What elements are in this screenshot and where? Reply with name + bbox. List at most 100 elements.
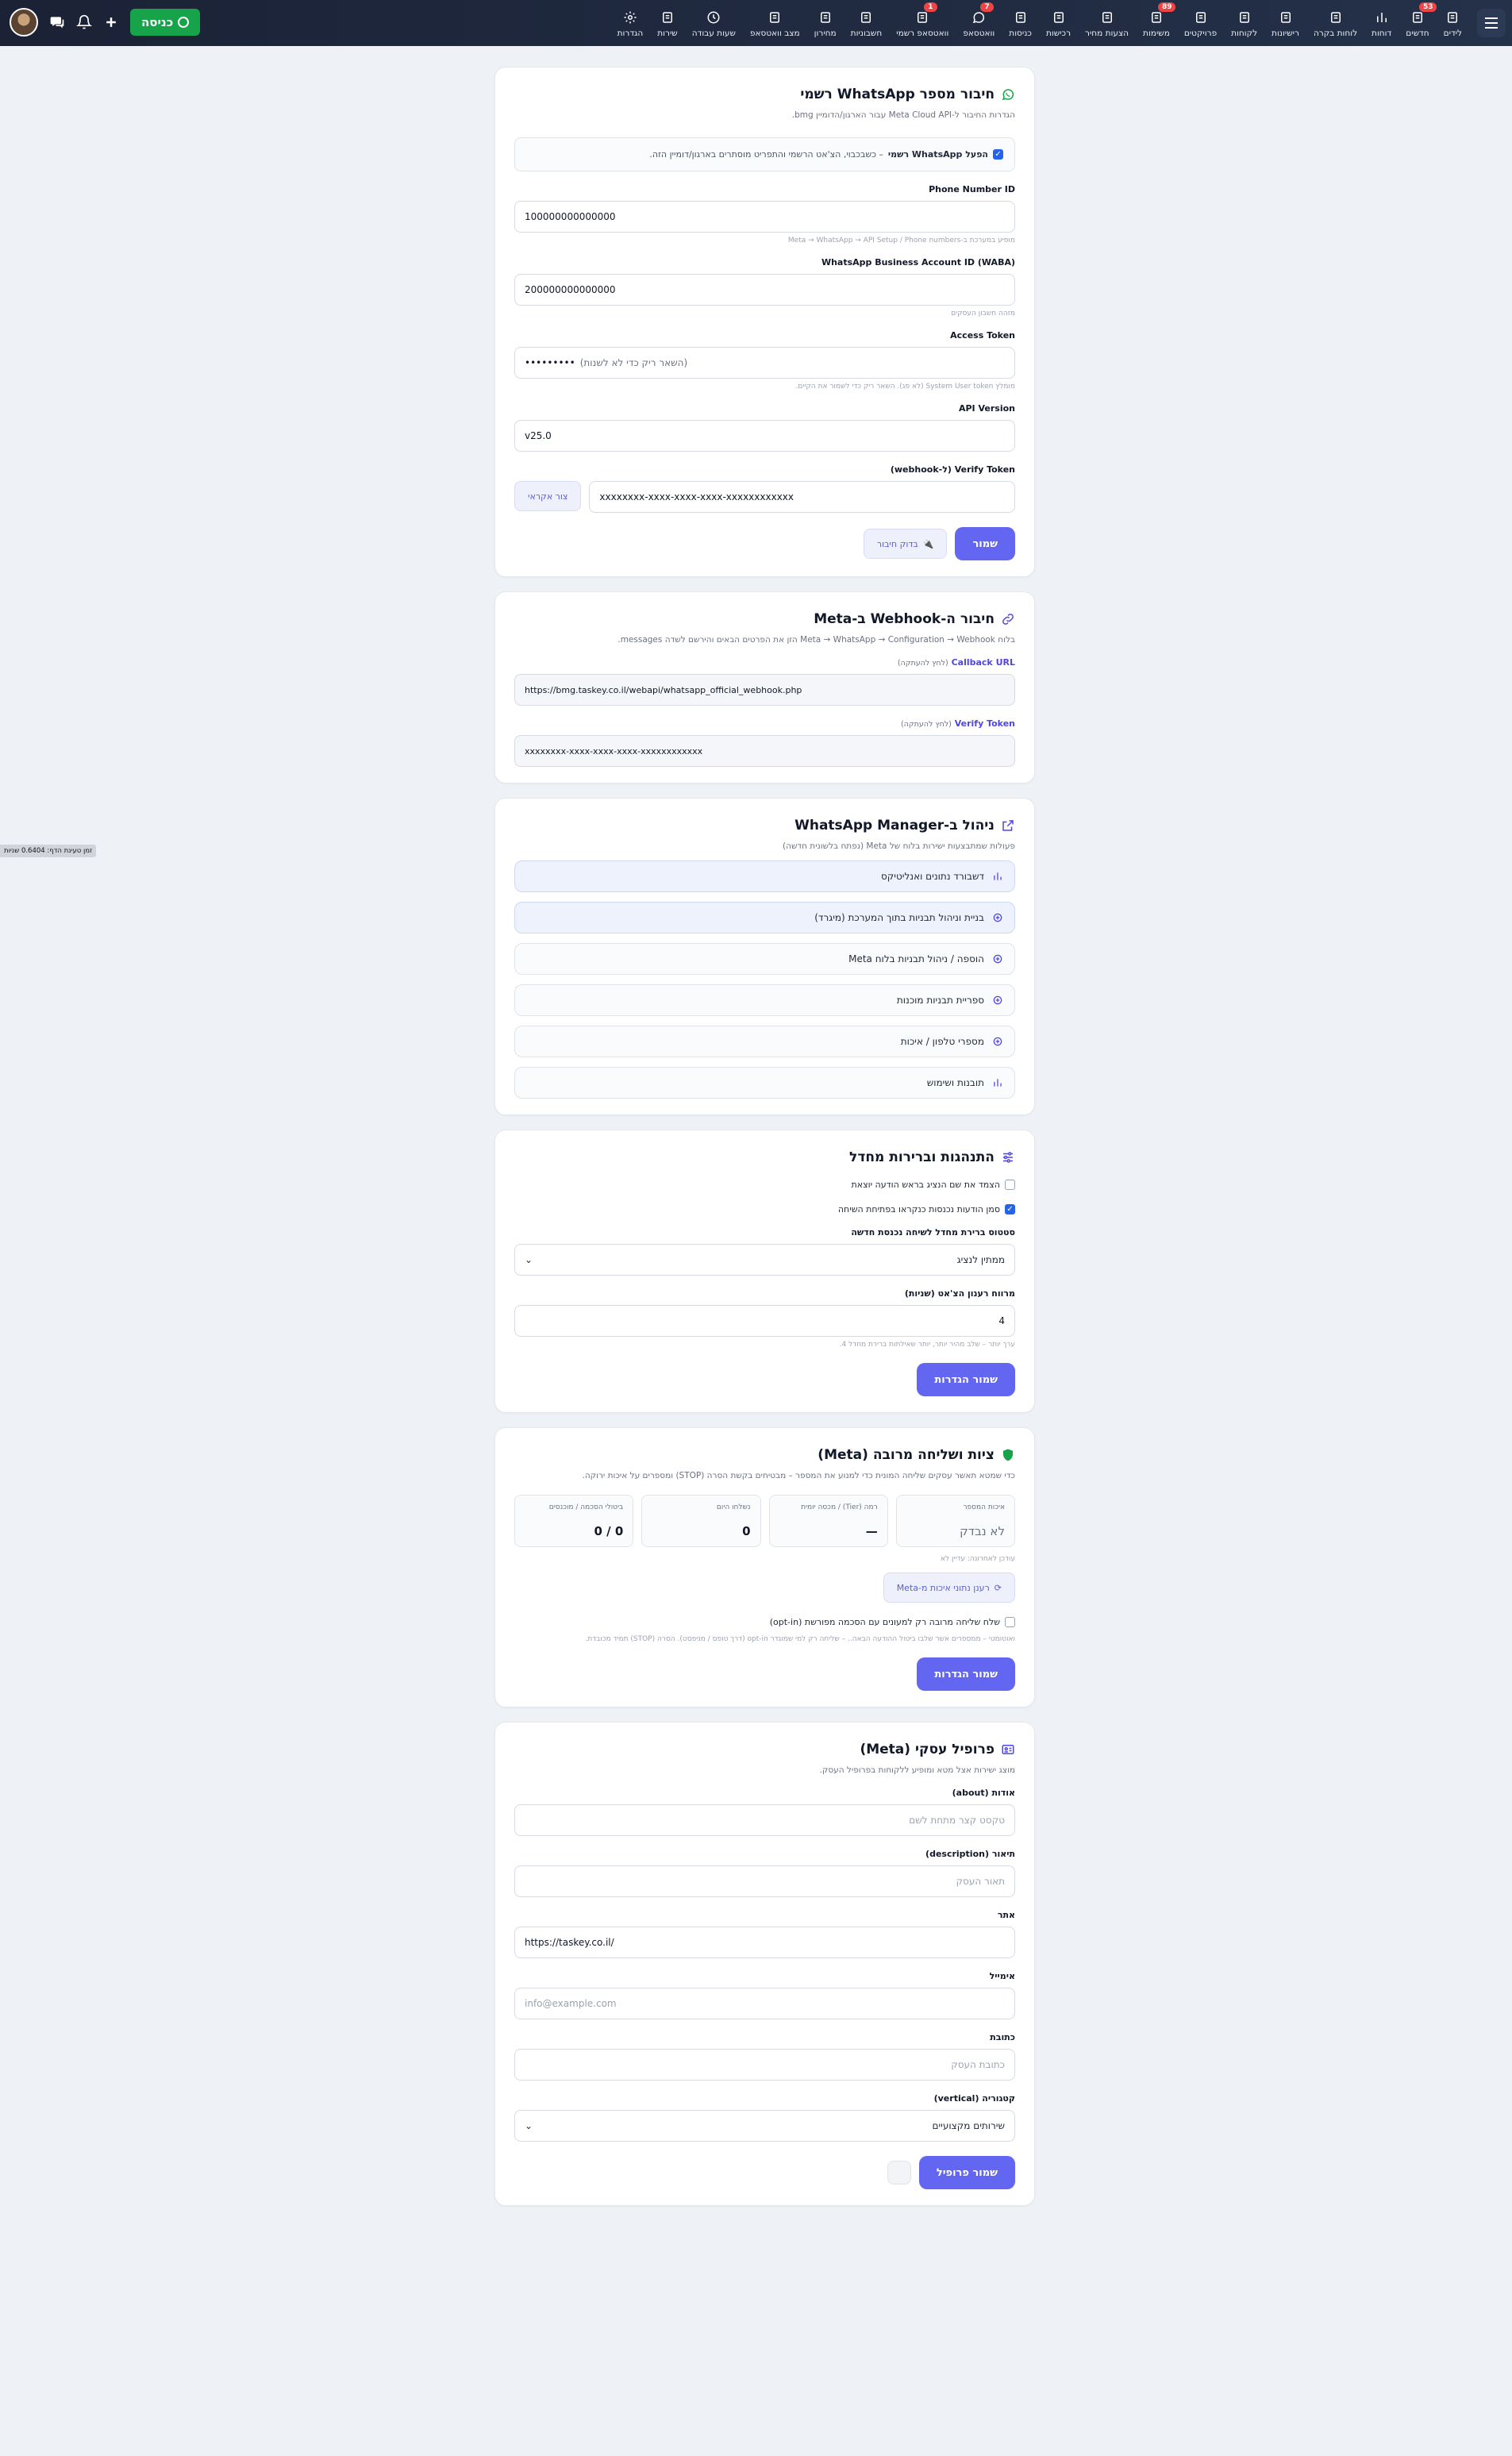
agent-name-option[interactable]: הצמד את שם הנציג בראש הודעה יוצאת xyxy=(514,1180,1015,1190)
nav-item[interactable]: לקוחות xyxy=(1224,10,1264,38)
save-settings-button[interactable]: שמור הגדרות xyxy=(917,1363,1015,1396)
callback-url-label: Callback URL (לחץ להעתקה) xyxy=(897,657,1015,668)
whatsapp-icon xyxy=(1001,87,1015,102)
stat-box: נשלחו היום 0 xyxy=(641,1495,761,1547)
manager-buttons: דשבורד נתונים ואנליטיקס בניית וניהול תבני… xyxy=(514,860,1015,1099)
enable-official-toggle[interactable]: ✓ הפעל WhatsApp רשמי – כשבכבוי, הצ'אט הר… xyxy=(514,137,1015,171)
nav-item[interactable]: משימות 89 xyxy=(1136,2,1177,38)
compliance-stats: איכות המספר לא נבדק רמה (Tier) / מכסה יומי… xyxy=(514,1495,1015,1547)
verify-token-row: xxxxxxxx-xxxx-xxxx-xxxx-xxxxxxxxxxxx צור… xyxy=(514,481,1015,513)
nav-item[interactable]: מחירון xyxy=(807,10,844,38)
email-label: אימייל xyxy=(989,1971,1015,1981)
manager-link-button[interactable]: ספריית תבניות מוכנות xyxy=(514,984,1015,1016)
manager-link-button[interactable]: דשבורד נתונים ואנליטיקס xyxy=(514,860,1015,892)
nav-item[interactable]: פרויקטים xyxy=(1177,10,1224,38)
manager-link-button[interactable]: בניית וניהול תבניות בתוך המערכת (מיגרד) xyxy=(514,902,1015,934)
nav-item[interactable]: דוחות xyxy=(1364,10,1399,38)
external-link-icon xyxy=(1001,818,1015,833)
nav-item-label: לקוחות xyxy=(1231,29,1258,38)
nav-item[interactable]: רישיונות xyxy=(1264,10,1306,38)
stat-box: רמה (Tier) / מכסה יומית — xyxy=(768,1495,888,1547)
checkbox-checked[interactable]: ✓ xyxy=(1005,1204,1015,1215)
optin-option[interactable]: שלח שליחה מרובה רק למעונים עם הסכמה מפור… xyxy=(514,1617,1015,1627)
invoice-icon xyxy=(859,10,873,25)
nav-item-label: שירות xyxy=(657,29,678,38)
webhook-verify-field[interactable]: xxxxxxxx-xxxx-xxxx-xxxx-xxxxxxxxxxxx xyxy=(514,735,1015,767)
default-status-select[interactable]: ממתין לנציג ⌄ xyxy=(514,1244,1015,1276)
projects-icon xyxy=(1194,10,1208,25)
save-settings-button[interactable]: שמור הגדרות xyxy=(917,1657,1015,1691)
stat-title: ביטולי הסכמה / מוכנסים xyxy=(548,1503,624,1511)
card-title: ניהול ב-WhatsApp Manager xyxy=(514,818,1015,833)
save-button[interactable]: שמור xyxy=(955,527,1015,560)
description-input[interactable]: תאור העסק xyxy=(514,1865,1015,1897)
nav-item[interactable]: וואטסאפ רשמי 1 xyxy=(889,2,956,38)
purchase-icon xyxy=(1052,10,1066,25)
nav-item[interactable]: לוחות בקרה xyxy=(1306,10,1364,38)
category-select[interactable]: שירותים מקצועיים ⌄ xyxy=(514,2110,1015,2142)
nav-items: לידים חדשים 53 דוחות לוחות בקרה רישיונות לקוחו… xyxy=(610,0,1469,46)
menu-button[interactable] xyxy=(1477,9,1506,37)
nav-item[interactable]: כניסות xyxy=(1002,10,1039,38)
person-plus-icon xyxy=(1410,10,1425,25)
manager-link-button[interactable]: תובנות ושימוש xyxy=(514,1067,1015,1099)
plus-icon[interactable] xyxy=(103,14,119,30)
checkbox-checked[interactable]: ✓ xyxy=(993,149,1003,160)
mark-read-option[interactable]: ✓ סמן הודעות נכנסות כנקראו בפתיחת השיחה xyxy=(514,1204,1015,1215)
shield-icon xyxy=(1001,1448,1015,1462)
chat-icon[interactable] xyxy=(49,14,65,30)
secondary-square-button[interactable] xyxy=(887,2161,911,2185)
nav-item[interactable]: וואטסאפ 7 xyxy=(956,2,1002,38)
nav-item[interactable]: הגדרות xyxy=(610,10,651,38)
hamburger-icon xyxy=(1485,16,1498,30)
manager-link-button[interactable]: מספרי טלפון / איכות xyxy=(514,1026,1015,1057)
phone-id-input[interactable]: 100000000000000 xyxy=(514,201,1015,233)
checkbox-unchecked[interactable] xyxy=(1005,1180,1015,1190)
token-input[interactable]: ••••••••• (השאר ריק כדי לא לשנות) xyxy=(514,347,1015,379)
whatsapp-status-icon xyxy=(768,10,782,25)
about-input[interactable]: טקסט קצר מתחת לשם xyxy=(514,1804,1015,1836)
card-subtitle: בלוח Meta → WhatsApp → Configuration → W… xyxy=(617,635,1015,645)
card-subtitle: פעולות שמתבצעות ישירות בלוח של Meta (נפת… xyxy=(782,841,1015,851)
chevron-down-icon: ⌄ xyxy=(525,1254,533,1265)
test-connection-button[interactable]: 🔌 בדוק חיבור xyxy=(863,529,948,559)
nav-item[interactable]: מצב וואטסאפ xyxy=(743,10,807,38)
checkbox-unchecked[interactable] xyxy=(1005,1617,1015,1627)
nav-item[interactable]: לידים xyxy=(1437,10,1469,38)
bell-icon[interactable] xyxy=(75,14,93,30)
nav-item[interactable]: חשבוניות xyxy=(844,10,890,38)
callback-url-field[interactable]: https://bmg.taskey.co.il/webapi/whatsapp… xyxy=(514,674,1015,706)
nav-item[interactable]: רכישות xyxy=(1039,10,1078,38)
email-input[interactable]: info@example.com xyxy=(514,1988,1015,2019)
avatar[interactable] xyxy=(10,8,38,37)
nav-item[interactable]: הצעות מחיר xyxy=(1078,10,1136,38)
save-profile-button[interactable]: שמור פרופיל xyxy=(918,2156,1015,2189)
waba-input[interactable]: 200000000000000 xyxy=(514,274,1015,306)
website-input[interactable]: https://taskey.co.il/ xyxy=(514,1927,1015,1958)
verify-token-label: Verify Token (ל-webhook) xyxy=(890,464,1015,475)
wrench-icon xyxy=(660,10,675,25)
stat-value: — xyxy=(865,1524,878,1538)
enter-button[interactable]: כניסה xyxy=(130,9,201,36)
nav-item[interactable]: שירות xyxy=(650,10,684,38)
nav-item-label: חדשים xyxy=(1406,29,1429,38)
refresh-interval-input[interactable]: 4 xyxy=(514,1305,1015,1337)
link-icon xyxy=(1001,612,1015,626)
nav-item[interactable]: שעות עבודה xyxy=(685,10,743,38)
sliders-icon xyxy=(1001,1150,1015,1164)
card-title: ציות ושליחה מרובה (Meta) xyxy=(514,1447,1015,1463)
generate-random-button[interactable]: צור אקראי xyxy=(514,481,582,511)
entries-icon xyxy=(1014,10,1028,25)
main-content: חיבור מספר WhatsApp רשמי הגדרות החיבור ל… xyxy=(494,67,1035,2220)
connect-actions: שמור 🔌 בדוק חיבור xyxy=(514,527,1015,560)
card-subtitle: הגדרות החיבור ל-Meta Cloud API עבור הארג… xyxy=(791,110,1015,120)
nav-item[interactable]: חדשים 53 xyxy=(1399,2,1437,38)
api-version-input[interactable]: v25.0 xyxy=(514,420,1015,452)
manager-link-button[interactable]: הוספה / ניהול תבניות בלוח Meta xyxy=(514,943,1015,975)
customer-icon xyxy=(1237,10,1252,25)
id-card-icon xyxy=(1001,1742,1015,1757)
address-input[interactable]: כתובת העסק xyxy=(514,2049,1015,2081)
stat-title: איכות המספר xyxy=(963,1503,1005,1511)
verify-token-input[interactable]: xxxxxxxx-xxxx-xxxx-xxxx-xxxxxxxxxxxx xyxy=(589,481,1015,513)
refresh-quality-button[interactable]: ⟳ רענן נתוני איכות מ-Meta xyxy=(883,1573,1015,1603)
